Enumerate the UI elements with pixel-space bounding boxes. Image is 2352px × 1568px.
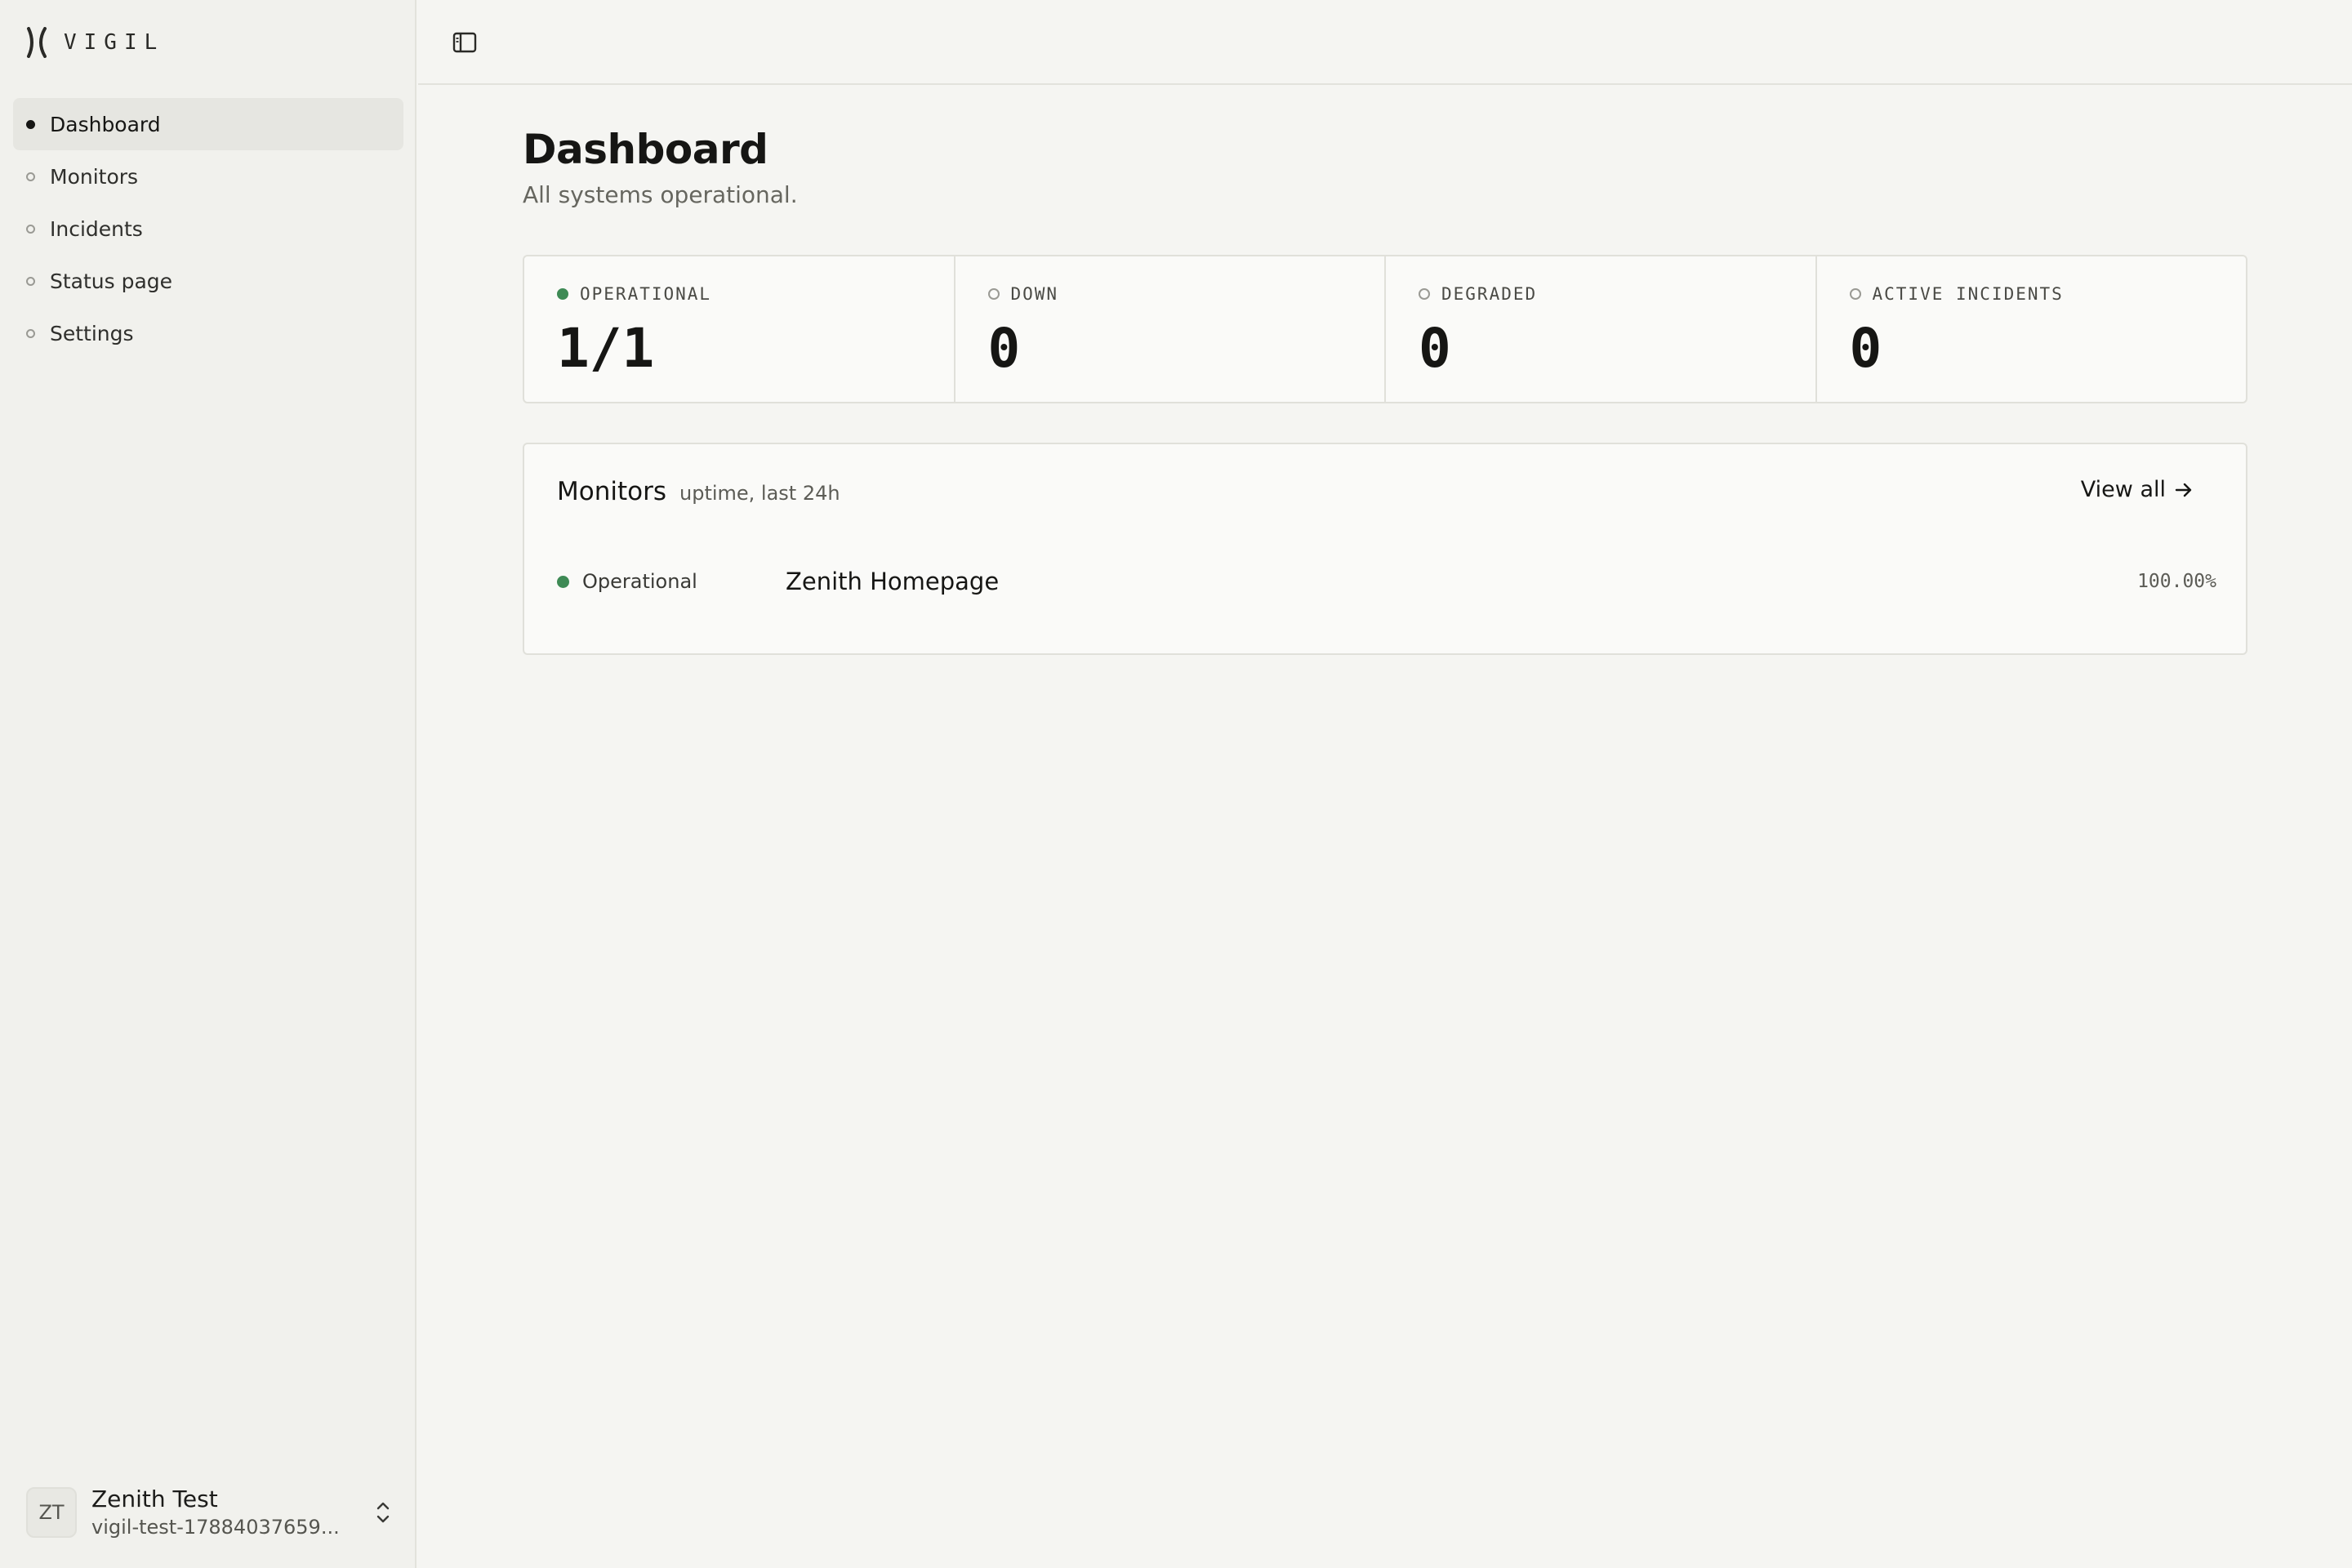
account-info: Zenith Test vigil-test-17884037659... bbox=[91, 1485, 364, 1540]
stat-label: DOWN bbox=[1010, 284, 1059, 304]
sidebar-item-dashboard[interactable]: Dashboard bbox=[13, 98, 403, 150]
account-email: vigil-test-17884037659... bbox=[91, 1516, 340, 1539]
sidebar-toggle-icon[interactable] bbox=[452, 31, 477, 54]
status-dot-icon bbox=[1419, 288, 1430, 300]
page-subtitle: All systems operational. bbox=[523, 181, 798, 208]
stats-panel: OPERATIONAL 1/1 DOWN 0 DEGRADED 0 ACTIVE… bbox=[523, 255, 2247, 403]
sidebar-item-label: Dashboard bbox=[50, 112, 161, 136]
nav-dot-icon bbox=[26, 276, 35, 286]
brand[interactable]: VIGIL bbox=[26, 26, 164, 59]
account-switcher[interactable]: ZT Zenith Test vigil-test-17884037659... bbox=[26, 1483, 394, 1542]
chevron-up-down-icon bbox=[376, 1502, 390, 1523]
monitors-subtitle: uptime, last 24h bbox=[679, 482, 840, 505]
status-dot-icon bbox=[987, 288, 1000, 300]
status-dot-icon bbox=[1849, 288, 1861, 300]
sidebar-item-label: Monitors bbox=[50, 164, 139, 189]
stat-value: 0 bbox=[987, 317, 1021, 380]
stat-active-incidents: ACTIVE INCIDENTS 0 bbox=[1817, 256, 2247, 402]
nav-dot-icon bbox=[26, 172, 35, 181]
nav-dot-icon bbox=[26, 224, 35, 234]
status-dot-icon bbox=[557, 288, 568, 300]
monitor-uptime: 100.00% bbox=[2137, 571, 2216, 592]
monitor-row[interactable]: Operational Zenith Homepage 100.00% bbox=[557, 565, 2216, 598]
account-name: Zenith Test bbox=[91, 1486, 218, 1512]
vigil-logo-icon bbox=[27, 27, 47, 58]
monitor-status-label: Operational bbox=[582, 570, 697, 593]
sidebar: VIGIL Dashboard Monitors Incidents Statu… bbox=[0, 0, 416, 1568]
sidebar-nav: Dashboard Monitors Incidents Status page… bbox=[13, 98, 403, 359]
sidebar-item-settings[interactable]: Settings bbox=[13, 307, 403, 359]
page-title: Dashboard bbox=[523, 126, 768, 173]
monitors-header: Monitors uptime, last 24h bbox=[557, 477, 840, 506]
arrow-right-icon bbox=[2175, 483, 2192, 497]
view-all-label: View all bbox=[2080, 477, 2166, 502]
avatar: ZT bbox=[26, 1487, 77, 1538]
stat-label: ACTIVE INCIDENTS bbox=[1872, 284, 2064, 304]
sidebar-item-label: Status page bbox=[50, 269, 173, 293]
sidebar-item-monitors[interactable]: Monitors bbox=[13, 150, 403, 203]
stat-value: 0 bbox=[1419, 317, 1451, 380]
stat-degraded: DEGRADED 0 bbox=[1386, 256, 1817, 402]
monitor-name: Zenith Homepage bbox=[786, 568, 1000, 595]
monitor-status: Operational bbox=[557, 570, 786, 593]
sidebar-item-incidents[interactable]: Incidents bbox=[13, 203, 403, 255]
monitors-panel: Monitors uptime, last 24h View all Opera… bbox=[523, 443, 2247, 655]
main-content: Dashboard All systems operational. OPERA… bbox=[523, 122, 2247, 655]
sidebar-item-label: Incidents bbox=[50, 216, 143, 241]
brand-name: VIGIL bbox=[64, 30, 165, 55]
status-dot-icon bbox=[557, 575, 569, 588]
view-all-link[interactable]: View all bbox=[2081, 477, 2194, 502]
nav-dot-icon bbox=[26, 328, 35, 338]
stat-label: OPERATIONAL bbox=[580, 284, 712, 304]
sidebar-item-status-page[interactable]: Status page bbox=[13, 255, 403, 307]
stat-value: 1/1 bbox=[557, 317, 655, 380]
stat-down: DOWN 0 bbox=[956, 256, 1386, 402]
stat-operational: OPERATIONAL 1/1 bbox=[524, 256, 956, 402]
stat-value: 0 bbox=[1849, 317, 1882, 380]
top-bar bbox=[418, 0, 2352, 85]
sidebar-item-label: Settings bbox=[50, 321, 134, 345]
monitors-title: Monitors bbox=[557, 477, 666, 506]
stat-label: DEGRADED bbox=[1441, 284, 1538, 304]
nav-dot-icon bbox=[26, 119, 35, 129]
